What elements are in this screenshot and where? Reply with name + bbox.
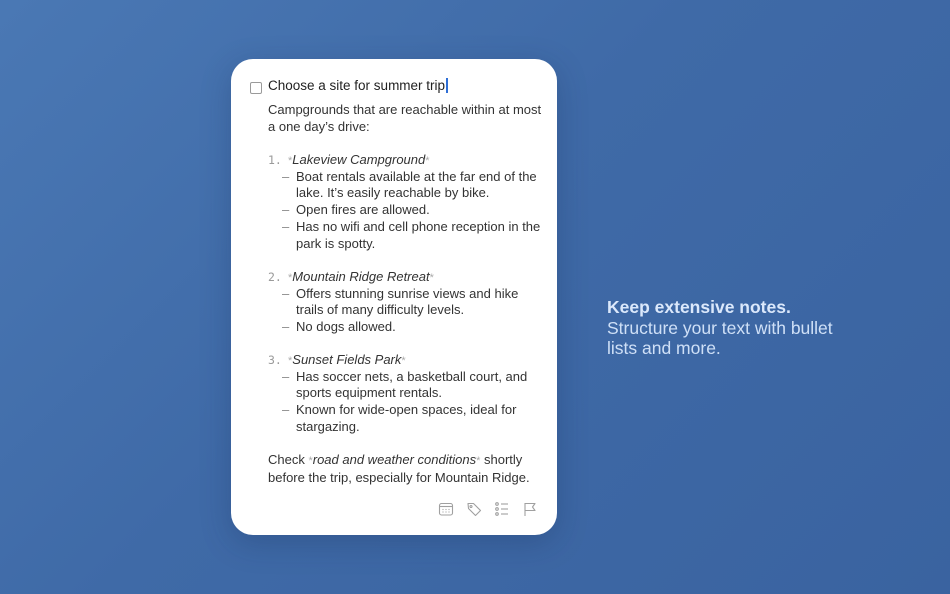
bullet-item: – Open fires are allowed. [282,202,542,219]
dash-marker: – [282,319,290,335]
note-card[interactable]: Choose a site for summer trip Campground… [231,59,557,535]
bullet-text: Open fires are allowed. [296,202,430,218]
bullet-item: – Known for wide-open spaces, ideal for s… [282,402,542,435]
note-title-text: Choose a site for summer trip [268,78,446,93]
bullet-text: No dogs allowed. [296,319,396,335]
bullet-text: Has no wifi and cell phone reception in … [296,218,541,251]
outro-text: Check [268,452,309,467]
dash-marker: – [282,218,290,234]
promo-text: Keep extensive notes. Structure your tex… [607,297,867,359]
list-heading-text: Sunset Fields Park [292,352,402,367]
tag-icon[interactable] [466,501,482,517]
promo-subline: Structure your text with bullet lists an… [607,317,833,359]
list-number: 1. [268,153,282,167]
bullet-item: – Has soccer nets, a basketball court, an… [282,369,542,402]
dash-marker: – [282,368,290,384]
bullet-item: – No dogs allowed. [282,319,542,336]
task-checkbox[interactable] [250,82,262,94]
bullet-item: – Boat rentals available at the far end o… [282,169,542,202]
outro-emphasis: road and weather conditions [312,452,477,467]
note-outro[interactable]: Check *road and weather conditions* shor… [268,452,548,486]
bullet-text: Has soccer nets, a basketball court, and… [296,368,528,401]
list-heading-text: Lakeview Campground [292,152,426,167]
dash-marker: – [282,202,290,218]
note-title-input[interactable]: Choose a site for summer trip [268,78,448,93]
bullet-text: Boat rentals available at the far end of… [296,168,537,201]
list-number: 2. [268,270,282,284]
dash-marker: – [282,402,290,418]
calendar-icon[interactable] [438,501,454,517]
list-number: 3. [268,353,282,367]
checklist-icon[interactable] [494,501,510,517]
dash-marker: – [282,168,290,184]
text-cursor [446,78,448,93]
bullet-item: – Offers stunning sunrise views and hike … [282,286,542,319]
bullet-text: Known for wide-open spaces, ideal for st… [296,402,517,434]
note-intro[interactable]: Campgrounds that are reachable within at… [268,102,548,135]
flag-icon[interactable] [522,501,538,517]
emphasis-marker: * [429,272,434,284]
promo-headline: Keep extensive notes. [607,297,791,317]
emphasis-marker: * [425,155,430,167]
list-heading: *Lakeview Campground* [288,152,430,170]
note-toolbar [438,501,538,517]
dash-marker: – [282,285,290,301]
bullet-text: Offers stunning sunrise views and hike t… [296,285,519,318]
list-heading: *Mountain Ridge Retreat* [288,269,434,287]
emphasis-marker: * [401,355,406,367]
list-heading-text: Mountain Ridge Retreat [292,269,430,284]
bullet-item: – Has no wifi and cell phone reception in… [282,219,542,252]
list-heading: *Sunset Fields Park* [288,352,406,370]
